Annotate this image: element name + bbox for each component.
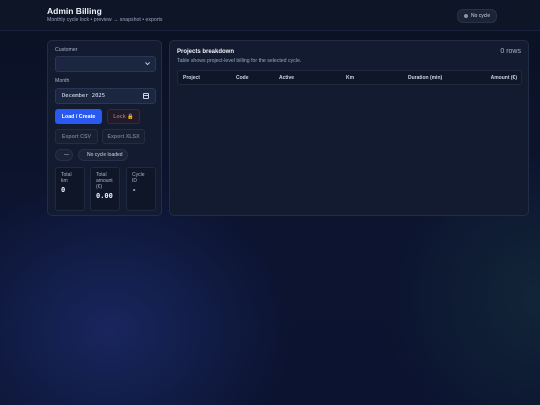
column-header-duration[interactable]: Duration (min) (408, 75, 442, 81)
cycle-loaded-text: No cycle loaded (87, 152, 123, 158)
export-csv-button[interactable]: Export CSV (55, 129, 98, 144)
stat-value: 0 (61, 186, 66, 194)
cycle-loaded-pill: No cycle loaded (78, 149, 128, 161)
column-header-project[interactable]: Project (183, 75, 200, 81)
stat-total-amount: Total amount (€) 0.00 (90, 167, 120, 211)
stat-value: 0.00 (96, 192, 113, 200)
stat-value: - (132, 186, 137, 194)
stat-total-km: Total km 0 (55, 167, 85, 211)
cycle-status-text: No cycle (471, 13, 491, 19)
state-pill: — (55, 149, 73, 161)
app-title: Admin Billing (47, 6, 102, 16)
panel-title: Projects breakdown (177, 49, 235, 55)
lock-button[interactable]: Lock 🔒 (107, 109, 140, 124)
month-input[interactable]: December 2025 (55, 88, 156, 104)
table-header: Project Code Active Km Duration (min) Am… (177, 70, 522, 85)
load-create-button[interactable]: Load / Create (55, 109, 102, 124)
top-bar: Admin Billing Monthly cycle lock • previ… (0, 0, 540, 31)
stat-label: Cycle ID (132, 172, 145, 184)
projects-panel: Projects breakdown Table shows project-l… (169, 40, 529, 216)
stat-cycle-id: Cycle ID - (126, 167, 156, 211)
export-xlsx-button[interactable]: Export XLSX (102, 129, 145, 144)
app-subtitle: Monthly cycle lock • preview → snapshot … (47, 17, 163, 23)
calendar-icon[interactable] (143, 93, 149, 99)
stat-label: Total km (61, 172, 72, 184)
controls-panel: Customer Month December 2025 Load / Crea… (47, 40, 162, 216)
customer-label: Customer (55, 47, 78, 53)
status-dot-icon (464, 14, 468, 18)
column-header-code[interactable]: Code (236, 75, 249, 81)
customer-select[interactable] (55, 56, 156, 72)
column-header-active[interactable]: Active (279, 75, 294, 81)
month-value: December 2025 (62, 93, 106, 99)
month-label: Month (55, 78, 70, 84)
stat-label: Total amount (€) (96, 172, 113, 190)
chevron-down-icon (145, 62, 150, 66)
column-header-amount[interactable]: Amount (€) (491, 75, 517, 81)
panel-subtitle: Table shows project-level billing for th… (177, 58, 302, 64)
column-header-km[interactable]: Km (346, 75, 354, 81)
rows-count: 0 rows (500, 48, 521, 55)
state-pill-text: — (64, 152, 69, 158)
cycle-status-badge: No cycle (457, 9, 498, 23)
